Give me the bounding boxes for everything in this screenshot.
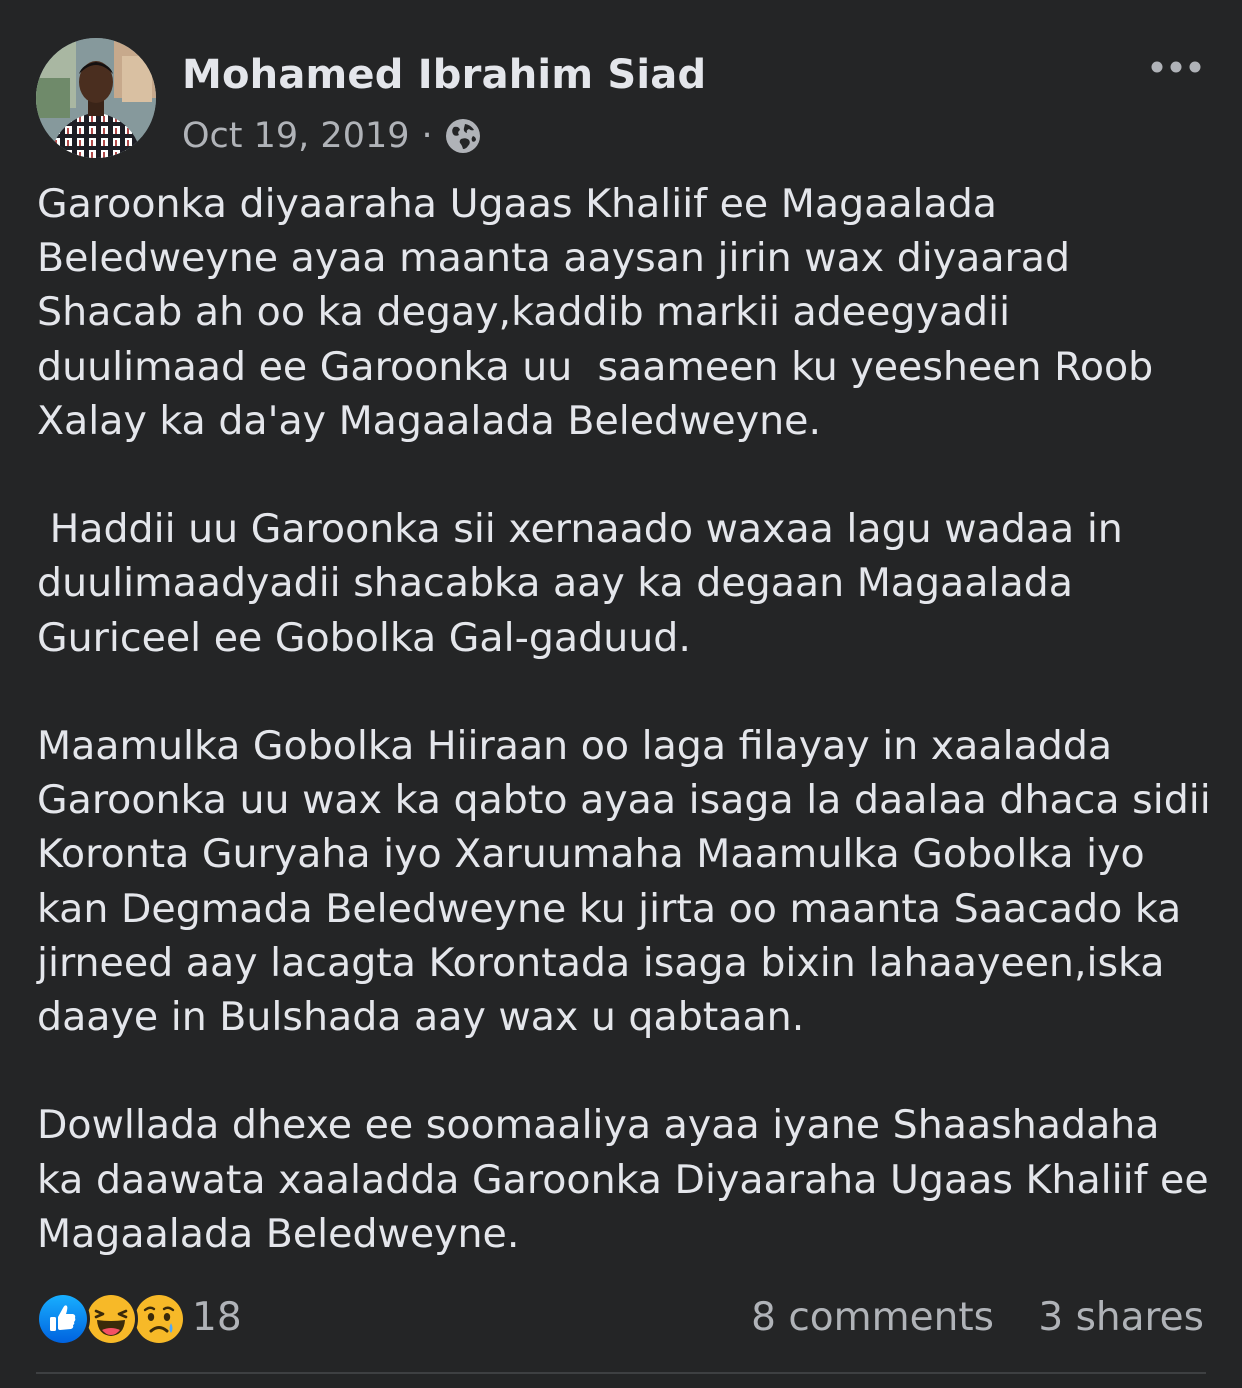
reactions-bar: 18 8 comments 3 shares bbox=[36, 1292, 1204, 1346]
haha-reaction-icon bbox=[84, 1292, 138, 1346]
avatar-photo bbox=[36, 38, 156, 158]
reaction-icons[interactable] bbox=[36, 1292, 186, 1346]
reaction-count[interactable]: 18 bbox=[192, 1295, 242, 1340]
comments-link[interactable]: 8 comments bbox=[751, 1295, 994, 1340]
engagement-counts: 8 comments 3 shares bbox=[751, 1295, 1204, 1340]
post-paragraph: Dowllada dhexe ee soomaaliya ayaa iyane … bbox=[37, 1102, 1222, 1257]
author-name[interactable]: Mohamed Ibrahim Siad bbox=[182, 52, 706, 98]
post-date[interactable]: Oct 19, 2019 bbox=[182, 116, 410, 156]
divider bbox=[36, 1372, 1206, 1374]
more-options-icon[interactable] bbox=[1146, 52, 1206, 82]
meta-separator: · bbox=[421, 116, 433, 156]
shares-link[interactable]: 3 shares bbox=[1038, 1295, 1204, 1340]
post-text: Garoonka diyaaraha Ugaas Khaliif ee Maga… bbox=[37, 177, 1212, 1261]
post-paragraph: Maamulka Gobolka Hiiraan oo laga filayay… bbox=[37, 723, 1224, 1041]
post-paragraph: Haddii uu Garoonka sii xernaado waxaa la… bbox=[37, 506, 1136, 661]
like-reaction-icon bbox=[36, 1292, 90, 1346]
post-meta: Oct 19, 2019 · bbox=[182, 114, 481, 158]
avatar[interactable] bbox=[36, 38, 156, 158]
globe-icon[interactable] bbox=[445, 118, 481, 154]
sad-reaction-icon bbox=[132, 1292, 186, 1346]
post-paragraph: Garoonka diyaaraha Ugaas Khaliif ee Maga… bbox=[37, 181, 1166, 444]
post-header: Mohamed Ibrahim Siad Oct 19, 2019 · bbox=[36, 38, 1206, 160]
